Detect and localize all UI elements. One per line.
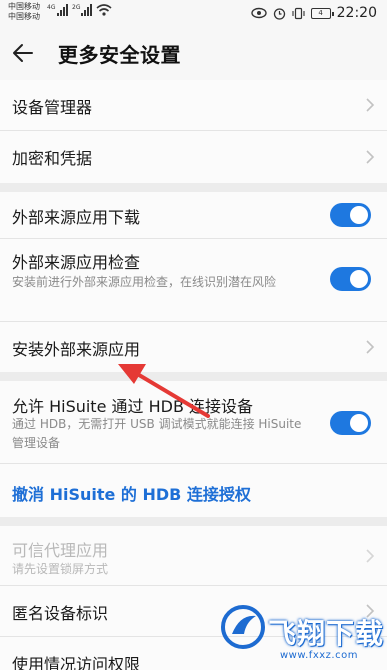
- device-manager-item[interactable]: 设备管理器: [0, 80, 387, 131]
- signal-icon: [57, 4, 68, 16]
- toggle-knob: [350, 206, 368, 224]
- vibrate-icon: [292, 7, 305, 19]
- settings-group-external-apps: 外部来源应用下载 外部来源应用检查 安装前进行外部来源应用检查，在线识别潜在风险…: [0, 192, 387, 372]
- chevron-right-icon: [366, 340, 375, 354]
- hisuite-hdb-toggle[interactable]: [330, 411, 371, 435]
- settings-group-hisuite: 允许 HiSuite 通过 HDB 连接设备 通过 HDB，无需打开 USB 调…: [0, 381, 387, 517]
- revoke-hdb-auth-link[interactable]: 撤消 HiSuite 的 HDB 连接授权: [12, 481, 251, 505]
- external-app-download-item[interactable]: 外部来源应用下载: [0, 192, 387, 239]
- battery-icon: 4: [310, 7, 334, 19]
- watermark-text: 飞翔下载: [268, 617, 385, 650]
- signal-2-icon: [81, 4, 92, 16]
- watermark-logo-icon: [221, 605, 265, 649]
- battery-level: 4: [318, 8, 323, 17]
- trusted-agents-description: 请先设置锁屏方式: [12, 562, 109, 576]
- watermark-url: www.fxxz.com: [280, 650, 358, 661]
- chevron-right-icon: [366, 150, 375, 164]
- app-bar: 更多安全设置: [0, 28, 387, 80]
- watermark: 飞翔下载 www.fxxz.com: [218, 598, 387, 670]
- settings-group-device: 设备管理器 加密和凭据: [0, 80, 387, 183]
- hisuite-hdb-description: 通过 HDB，无需打开 USB 调试模式就能连接 HiSuite 管理设备: [12, 417, 302, 450]
- anonymous-device-id-label: 匿名设备标识: [12, 604, 109, 623]
- wifi-icon: [96, 4, 112, 16]
- page-title: 更多安全设置: [58, 43, 181, 67]
- toggle-knob: [350, 270, 368, 288]
- device-manager-label: 设备管理器: [12, 98, 93, 117]
- hisuite-hdb-item[interactable]: 允许 HiSuite 通过 HDB 连接设备 通过 HDB，无需打开 USB 调…: [0, 381, 387, 464]
- clock: 22:20: [336, 5, 377, 21]
- carrier-2: 中国移动: [8, 12, 40, 21]
- encryption-credentials-item[interactable]: 加密和凭据: [0, 131, 387, 183]
- hisuite-hdb-label: 允许 HiSuite 通过 HDB 连接设备: [12, 397, 254, 416]
- eye-comfort-icon: [250, 7, 267, 19]
- external-app-download-label: 外部来源应用下载: [12, 208, 141, 227]
- chevron-right-icon: [366, 98, 375, 112]
- status-bar: 中国移动 中国移动 4G 2G 4 22:20: [0, 0, 387, 28]
- usage-access-label: 使用情况访问权限: [12, 655, 141, 670]
- revoke-hdb-auth-item[interactable]: 撤消 HiSuite 的 HDB 连接授权: [0, 464, 387, 517]
- toggle-knob: [350, 414, 368, 432]
- carrier-1: 中国移动: [8, 2, 40, 11]
- alarm-icon: [273, 7, 285, 20]
- network-type-1: 4G: [47, 4, 56, 11]
- external-app-check-item[interactable]: 外部来源应用检查 安装前进行外部来源应用检查，在线识别潜在风险: [0, 239, 387, 322]
- external-app-check-description: 安装前进行外部来源应用检查，在线识别潜在风险: [12, 275, 277, 289]
- external-app-check-toggle[interactable]: [330, 267, 371, 291]
- encryption-credentials-label: 加密和凭据: [12, 149, 93, 168]
- install-external-apps-item[interactable]: 安装外部来源应用: [0, 322, 387, 372]
- external-app-download-toggle[interactable]: [330, 203, 371, 227]
- external-app-check-label: 外部来源应用检查: [12, 253, 141, 272]
- chevron-right-icon: [366, 549, 375, 563]
- trusted-agents-item: 可信代理应用 请先设置锁屏方式: [0, 526, 387, 586]
- install-external-apps-label: 安装外部来源应用: [12, 340, 141, 359]
- trusted-agents-label: 可信代理应用: [12, 541, 109, 560]
- back-arrow-icon[interactable]: [10, 40, 36, 66]
